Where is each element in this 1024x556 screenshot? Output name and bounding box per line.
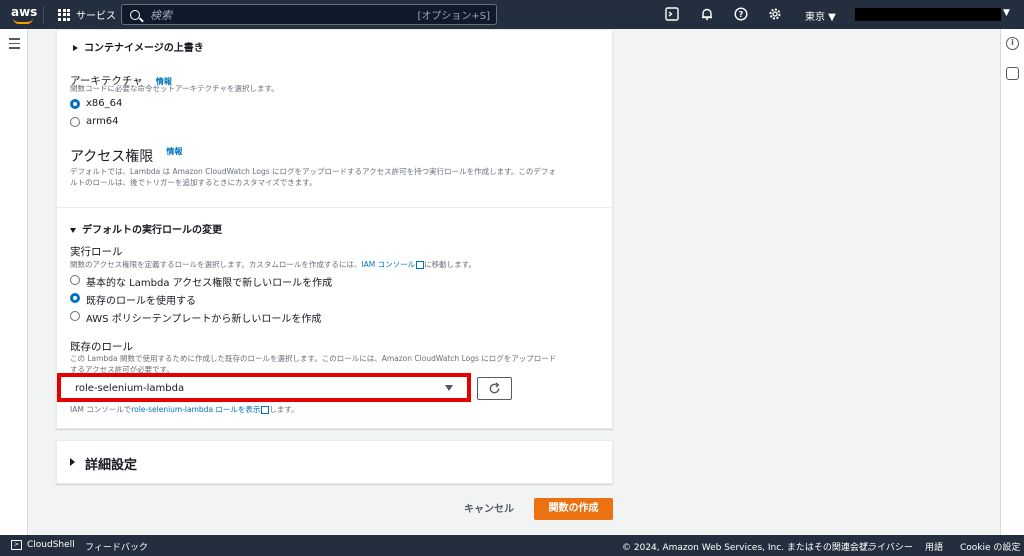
architecture-desc: 関数コードに必要な命令セットアーキテクチャを選択します。 (70, 84, 279, 93)
hint-prefix: IAM コンソールで (70, 405, 132, 414)
services-menu-button[interactable]: サービス (76, 7, 116, 22)
refresh-icon (489, 382, 500, 394)
permissions-title: アクセス権限 (70, 149, 154, 165)
advanced-settings-expander[interactable]: 詳細設定 (56, 440, 613, 484)
form-panel: コンテナイメージの上書き アーキテクチャ 情報 関数コードに必要な命令セットアー… (56, 29, 613, 429)
cloudshell-icon[interactable] (665, 7, 679, 21)
role-radio-new-basic[interactable] (70, 275, 80, 285)
aws-logo-text: aws (11, 4, 38, 19)
collapse-caret-icon (70, 227, 76, 233)
search-shortcut-hint: [オプション+S] (417, 11, 490, 22)
existing-role-desc-line2: するアクセス許可が必要です。 (70, 365, 174, 374)
exec-role-label: 実行ロール (70, 246, 123, 258)
view-role-link[interactable]: role-selenium-lambda ロールを表示 (131, 405, 260, 414)
search-placeholder: 検索 (150, 8, 172, 22)
chevron-down-icon (445, 385, 453, 391)
account-caret-icon[interactable]: ▼ (1003, 8, 1010, 18)
arch-radio-x86[interactable] (70, 99, 80, 109)
top-nav-bar: aws サービス 検索 [オプション+S] ? 東京 ▼ ▼ (0, 0, 1024, 29)
container-override-expander[interactable]: コンテナイメージの上書き (73, 39, 204, 54)
role-label-existing: 既存のロールを使用する (86, 296, 196, 307)
exec-role-desc: 関数のアクセス権限を定義するロールを選択します。カスタムロールを作成するには、I… (70, 259, 476, 270)
account-menu[interactable] (855, 8, 1001, 21)
feedback-link[interactable]: フィードバック (85, 540, 148, 553)
permissions-info-link[interactable]: 情報 (166, 147, 182, 156)
role-radio-existing[interactable] (70, 293, 80, 303)
role-radio-policy-template[interactable] (70, 311, 80, 321)
role-label-new-basic: 基本的な Lambda アクセス権限で新しいロールを作成 (86, 278, 333, 289)
arch-radio-arm64[interactable] (70, 117, 80, 127)
left-rail (0, 29, 28, 535)
existing-role-select[interactable]: role-selenium-lambda (60, 376, 468, 399)
external-link-icon (416, 261, 425, 269)
exec-role-desc-text: 関数のアクセス権限を定義するロールを選択します。カスタムロールを作成するには、 (70, 260, 362, 269)
cancel-button[interactable]: キャンセル (456, 500, 522, 520)
arch-label-arm64: arm64 (86, 116, 119, 127)
cloudshell-link[interactable]: CloudShell (27, 540, 75, 550)
permissions-desc-line2: ルトのロールは、後でトリガーを追加するときにカスタマイズできます。 (70, 178, 317, 187)
refresh-roles-button[interactable] (477, 377, 512, 400)
hint-suffix: します。 (269, 405, 299, 414)
svg-text:?: ? (739, 10, 744, 19)
info-panel-icon[interactable]: i (1006, 37, 1019, 50)
existing-role-value: role-selenium-lambda (75, 383, 185, 394)
privacy-link[interactable]: プライバシー (859, 540, 913, 553)
divider (43, 5, 44, 24)
iam-console-link[interactable]: IAM コンソール (361, 260, 415, 269)
aws-logo[interactable]: aws (11, 4, 38, 25)
search-input[interactable]: 検索 [オプション+S] (121, 4, 497, 25)
container-override-label: コンテナイメージの上書き (84, 43, 204, 54)
services-grid-icon[interactable] (58, 8, 70, 21)
menu-hamburger-icon[interactable] (9, 38, 20, 52)
external-link-icon (261, 406, 270, 414)
expand-caret-icon (73, 45, 78, 51)
notifications-bell-icon[interactable] (700, 7, 714, 21)
existing-role-desc-line1: この Lambda 関数で使用するために作成した既存のロールを選択します。このロ… (70, 354, 557, 363)
region-selector[interactable]: 東京 ▼ (805, 8, 836, 23)
hexagon-icon[interactable] (1006, 67, 1019, 80)
settings-gear-icon[interactable] (768, 7, 782, 21)
expand-caret-icon (70, 458, 75, 466)
iam-role-hint: IAM コンソールでrole-selenium-lambda ロールを表示 します… (70, 404, 299, 415)
cloudshell-icon[interactable]: > (11, 540, 22, 550)
divider (57, 207, 612, 208)
default-role-label: デフォルトの実行ロールの変更 (82, 225, 222, 236)
existing-role-label: 既存のロール (70, 341, 133, 353)
search-icon (130, 9, 140, 20)
terms-link[interactable]: 用語 (925, 540, 943, 553)
help-icon[interactable]: ? (734, 7, 748, 21)
permissions-header: アクセス権限 情報 (70, 146, 182, 166)
advanced-settings-label: 詳細設定 (85, 458, 138, 473)
create-function-button[interactable]: 関数の作成 (534, 498, 613, 520)
right-rail: i (1000, 29, 1024, 535)
cookie-settings-link[interactable]: Cookie の設定 (960, 540, 1020, 553)
footer: > CloudShell フィードバック © 2024, Amazon Web … (0, 535, 1024, 556)
exec-role-desc-suffix: に移動します。 (424, 260, 476, 269)
arch-label-x86: x86_64 (86, 98, 123, 109)
role-label-policy-template: AWS ポリシーテンプレートから新しいロールを作成 (86, 314, 322, 325)
default-role-expander[interactable]: デフォルトの実行ロールの変更 (70, 221, 222, 236)
permissions-desc-line1: デフォルトでは、Lambda は Amazon CloudWatch Logs … (70, 167, 556, 176)
copyright-text: © 2024, Amazon Web Services, Inc. またはその関… (622, 543, 877, 553)
